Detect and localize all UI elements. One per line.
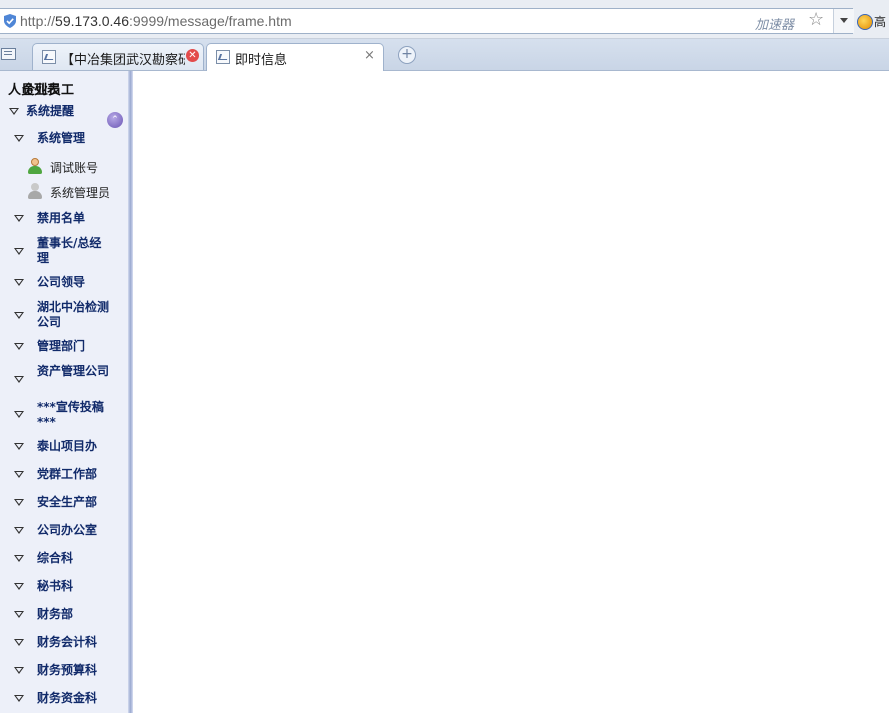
expand-triangle-icon[interactable] [14, 135, 24, 142]
browser-address-bar: http://59.173.0.46:9999/message/frame.ht… [0, 0, 889, 39]
tree-group[interactable]: 安全生产部 [37, 495, 97, 510]
tree-group[interactable]: 财务预算科 [37, 663, 97, 678]
expand-triangle-icon[interactable] [14, 527, 24, 534]
tab-label: 【中冶集团武汉勘察研 [61, 53, 185, 68]
expand-triangle-icon[interactable] [14, 279, 24, 286]
favorite-star-icon[interactable]: ☆ [808, 10, 824, 30]
expand-triangle-icon[interactable] [14, 376, 24, 383]
tab-company[interactable]: 【中冶集团武汉勘察研 ✕ [32, 43, 204, 70]
tree-group[interactable]: 综合科 [37, 551, 73, 566]
tree-group[interactable]: 系统管理 [37, 131, 85, 146]
user-online-icon [28, 158, 42, 174]
expand-triangle-icon[interactable] [14, 215, 24, 222]
expand-triangle-icon[interactable] [14, 343, 24, 350]
search-engine-label: 高 [874, 15, 887, 29]
tree-group[interactable]: 资产管理公司 [37, 364, 109, 379]
tree-group[interactable]: 泰山项目办 [37, 439, 97, 454]
close-icon[interactable]: × [364, 48, 375, 63]
page-icon [216, 50, 230, 64]
expand-triangle-icon[interactable] [14, 471, 24, 478]
accelerator-button[interactable]: 加速器 [755, 14, 794, 33]
tree-group[interactable]: 财务资金科 [37, 691, 97, 706]
tree-group[interactable]: 湖北中冶检测公司 [37, 300, 109, 330]
expand-triangle-icon[interactable] [9, 108, 19, 115]
tree-group[interactable]: 财务会计科 [37, 635, 97, 650]
search-engine-icon[interactable] [857, 14, 873, 30]
contact-tree-panel: 人员列表 企业员工 ⌃ 系统提醒 系统管理 调试账号 系统管理员 禁用名单 董事… [0, 71, 128, 713]
tree-group[interactable]: 秘书科 [37, 579, 73, 594]
expand-triangle-icon[interactable] [14, 312, 24, 319]
expand-triangle-icon[interactable] [14, 555, 24, 562]
close-icon[interactable]: ✕ [186, 49, 199, 62]
tree-group[interactable]: 管理部门 [37, 339, 85, 354]
tree-user[interactable]: 系统管理员 [50, 184, 110, 201]
address-dropdown-button[interactable] [833, 9, 854, 33]
url-field[interactable]: http://59.173.0.46:9999/message/frame.ht… [0, 8, 854, 34]
tree-root[interactable]: 系统提醒 [26, 104, 74, 119]
new-tab-icon[interactable]: + [398, 46, 416, 64]
page-icon [42, 50, 56, 64]
expand-triangle-icon[interactable] [14, 639, 24, 646]
message-content-frame [133, 71, 889, 713]
tab-label: 即时信息 [235, 53, 288, 68]
sidebar-toggle-icon[interactable] [1, 48, 16, 60]
expand-triangle-icon[interactable] [14, 667, 24, 674]
expand-triangle-icon[interactable] [14, 611, 24, 618]
tree-group[interactable]: 董事长/总经理 [37, 236, 109, 266]
chevron-down-icon [840, 18, 848, 23]
tree-group[interactable]: 禁用名单 [37, 211, 85, 226]
tab-instant-message[interactable]: 即时信息 × [206, 43, 384, 71]
url-text: http://59.173.0.46:9999/message/frame.ht… [20, 13, 292, 29]
tree-group[interactable]: ***宣传投稿*** [37, 400, 109, 430]
tree-group[interactable]: 财务部 [37, 607, 73, 622]
expand-triangle-icon[interactable] [14, 583, 24, 590]
tab-bar: 【中冶集团武汉勘察研 ✕ 即时信息 × + [0, 39, 889, 71]
collapse-up-icon[interactable]: ⌃ [107, 112, 123, 128]
shield-icon [4, 14, 16, 28]
expand-triangle-icon[interactable] [14, 248, 24, 255]
expand-triangle-icon[interactable] [14, 411, 24, 418]
expand-triangle-icon[interactable] [14, 499, 24, 506]
expand-triangle-icon[interactable] [14, 695, 24, 702]
tree-group[interactable]: 公司领导 [37, 275, 85, 290]
user-offline-icon [28, 183, 42, 199]
tree-group[interactable]: 党群工作部 [37, 467, 97, 482]
expand-triangle-icon[interactable] [14, 443, 24, 450]
tree-group[interactable]: 公司办公室 [37, 523, 97, 538]
tree-user[interactable]: 调试账号 [50, 159, 98, 176]
